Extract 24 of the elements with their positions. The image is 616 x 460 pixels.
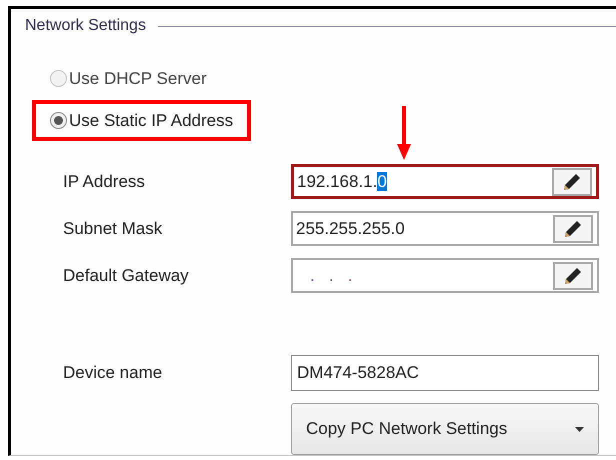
field-value: 255.255.255.0 bbox=[296, 218, 405, 240]
copy-settings-button[interactable]: Copy PC Network Settings bbox=[291, 403, 599, 455]
radio-option[interactable]: Use Static IP Address bbox=[32, 100, 252, 141]
edit-button[interactable] bbox=[553, 214, 593, 242]
radio-icon bbox=[50, 112, 67, 129]
ip-field[interactable]: 255.255.255.0 bbox=[291, 211, 599, 246]
pencil-icon bbox=[563, 218, 583, 238]
field-value: . . . bbox=[309, 264, 353, 287]
ip-field[interactable]: 192.168.1.0 bbox=[291, 164, 599, 199]
radio-icon bbox=[50, 70, 67, 88]
device-name-field[interactable]: DM474-5828AC bbox=[291, 355, 599, 391]
pencil-icon bbox=[562, 172, 582, 192]
field-label: Default Gateway bbox=[63, 264, 190, 287]
field-value: 192.168.1.0 bbox=[297, 170, 387, 193]
edit-button[interactable] bbox=[552, 168, 592, 196]
dropdown-caret-icon bbox=[575, 426, 584, 432]
field-label: IP Address bbox=[63, 170, 146, 193]
field-label: Subnet Mask bbox=[63, 218, 164, 240]
group-title: Network Settings bbox=[25, 16, 146, 36]
edit-button[interactable] bbox=[553, 262, 593, 290]
pencil-icon bbox=[563, 266, 583, 286]
annotation-arrow bbox=[397, 106, 411, 160]
ip-field[interactable]: . . . bbox=[291, 258, 599, 293]
field-label: Device name bbox=[63, 362, 164, 384]
